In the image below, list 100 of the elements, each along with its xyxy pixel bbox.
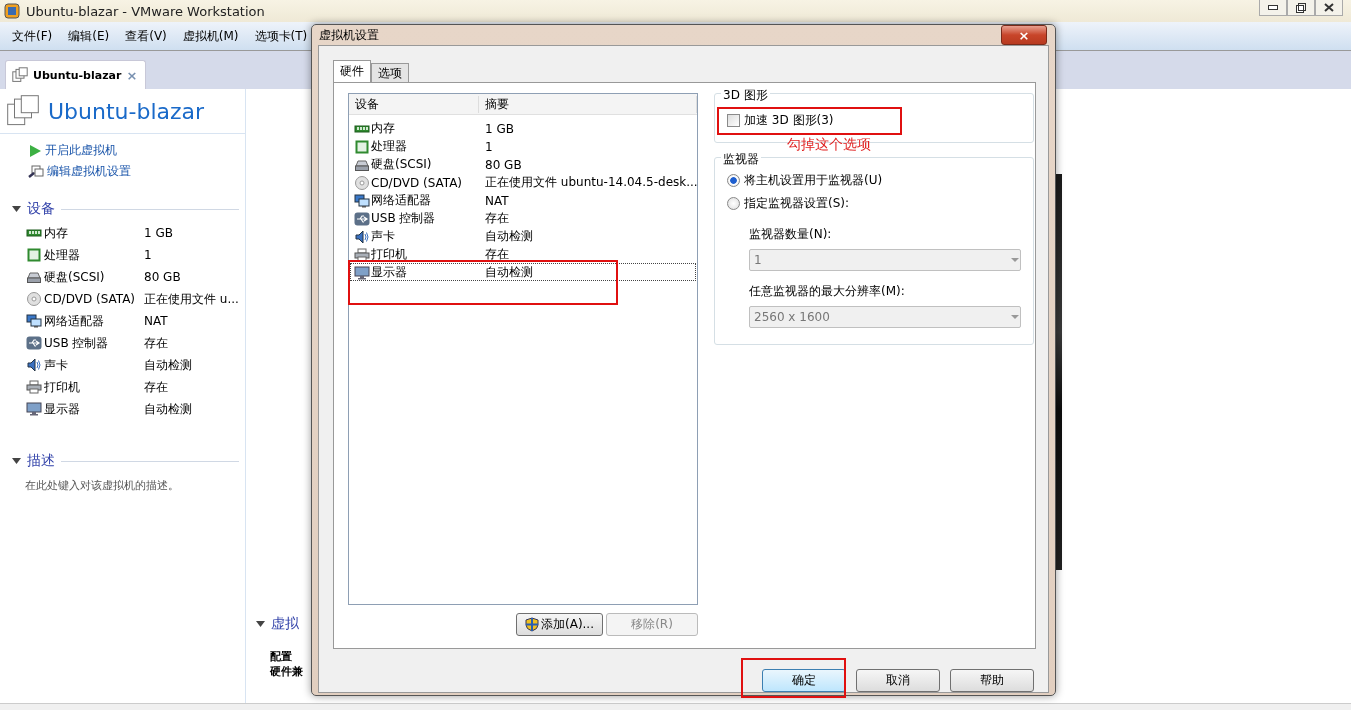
- device-name[interactable]: 打印机: [44, 378, 80, 396]
- detail-label: 配置: [270, 649, 293, 664]
- device-name[interactable]: 网络适配器: [44, 312, 104, 330]
- hard-disk-icon: [26, 270, 42, 284]
- device-name: 处理器: [371, 138, 407, 155]
- dialog-button[interactable]: 取消: [856, 669, 940, 692]
- device-summary: 存在: [144, 378, 169, 396]
- column-header[interactable]: 摘要: [479, 95, 697, 113]
- radio-option[interactable]: 将主机设置用于监视器(U): [727, 172, 1023, 189]
- vm-name: Ubuntu-blazar: [48, 98, 205, 124]
- group-title: 3D 图形: [721, 87, 770, 104]
- device-row[interactable]: 硬盘(SCSI) 80 GB: [350, 155, 696, 173]
- device-name: USB 控制器: [371, 210, 436, 227]
- section-title[interactable]: 设备: [27, 200, 55, 218]
- close-button[interactable]: [1315, 0, 1343, 16]
- device-name: 网络适配器: [371, 192, 431, 209]
- radio-dot[interactable]: [727, 174, 740, 187]
- app-logo-icon: [4, 3, 20, 19]
- checkbox-square[interactable]: [727, 114, 740, 127]
- device-summary: 80 GB: [144, 270, 182, 284]
- window-title: Ubuntu-blazar - VMware Workstation: [26, 3, 265, 19]
- network-icon: [354, 193, 370, 208]
- device-name: 显示器: [371, 264, 407, 281]
- device-summary: 存在: [484, 246, 510, 263]
- minimize-icon: [1268, 5, 1278, 10]
- chip-icon: [354, 139, 370, 154]
- device-name: CD/DVD (SATA): [371, 175, 463, 190]
- device-summary: 自动检测: [144, 400, 193, 418]
- description-placeholder[interactable]: 在此处键入对该虚拟机的描述。: [0, 474, 245, 493]
- menu-item[interactable]: 虚拟机(M): [174, 27, 247, 45]
- dialog-button[interactable]: 确定: [762, 669, 846, 692]
- device-summary: 1 GB: [484, 121, 515, 136]
- device-row[interactable]: 显示器 自动检测: [350, 263, 696, 281]
- device-summary: 自动检测: [484, 228, 534, 245]
- action-link[interactable]: 开启此虚拟机: [28, 142, 245, 159]
- dropdown-caret-icon: [1010, 314, 1020, 320]
- device-summary: 存在: [484, 210, 510, 227]
- device-name: 声卡: [371, 228, 395, 245]
- menu-item[interactable]: 文件(F): [4, 27, 61, 45]
- restore-icon: [1296, 2, 1306, 13]
- device-name[interactable]: 显示器: [44, 400, 80, 418]
- device-name: 硬盘(SCSI): [371, 156, 432, 173]
- virtual-machine-icon: [6, 94, 40, 128]
- menu-item[interactable]: 查看(V): [117, 27, 175, 45]
- dialog-close-button[interactable]: ×: [1001, 25, 1047, 45]
- device-summary: 80 GB: [484, 157, 523, 172]
- annotation-note: 勾掉这个选项: [787, 136, 871, 154]
- device-name[interactable]: USB 控制器: [44, 334, 109, 352]
- checkbox[interactable]: 加速 3D 图形(3): [727, 112, 1023, 129]
- tab[interactable]: 硬件: [333, 60, 371, 82]
- dropdown-caret-icon: [1010, 257, 1020, 263]
- menu-item[interactable]: 编辑(E): [60, 27, 118, 45]
- dialog-title: 虚拟机设置: [319, 26, 379, 44]
- device-summary: 正在使用文件 ubuntu-14.04.5-desk...: [484, 174, 698, 191]
- device-summary: NAT: [484, 193, 510, 208]
- device-summary: 自动检测: [144, 356, 193, 374]
- device-row[interactable]: 打印机 存在: [350, 245, 696, 263]
- device-name[interactable]: 声卡: [44, 356, 68, 374]
- shield-icon: [525, 617, 539, 632]
- device-row[interactable]: CD/DVD (SATA) 正在使用文件 ubuntu-14.04.5-desk...: [350, 173, 696, 191]
- device-name[interactable]: CD/DVD (SATA): [44, 292, 136, 306]
- speaker-icon: [354, 229, 370, 244]
- column-header[interactable]: 设备: [349, 95, 479, 113]
- device-row[interactable]: 声卡 自动检测: [350, 227, 696, 245]
- printer-icon: [26, 380, 42, 394]
- tab[interactable]: 选项: [371, 63, 409, 82]
- chip-icon: [26, 248, 42, 262]
- speaker-icon: [26, 358, 42, 372]
- disc-icon: [26, 292, 42, 306]
- usb-icon: [26, 336, 42, 350]
- monitor-icon: [354, 265, 370, 280]
- menu-item[interactable]: 选项卡(T): [246, 27, 316, 45]
- dialog-button[interactable]: 帮助: [950, 669, 1034, 692]
- minimize-button[interactable]: [1259, 0, 1287, 16]
- device-row[interactable]: USB 控制器 存在: [350, 209, 696, 227]
- close-icon: [1324, 3, 1334, 12]
- add-button[interactable]: 添加(A)...: [516, 613, 603, 636]
- radio-option[interactable]: 指定监视器设置(S):: [727, 195, 1023, 212]
- action-link[interactable]: 编辑虚拟机设置: [28, 163, 245, 180]
- device-row[interactable]: 内存 1 GB: [350, 119, 696, 137]
- radio-dot[interactable]: [727, 197, 740, 210]
- group-title: 监视器: [721, 151, 761, 168]
- device-name[interactable]: 内存: [44, 224, 68, 242]
- usb-icon: [354, 211, 370, 226]
- play-icon: [28, 143, 42, 158]
- device-summary: 1: [484, 139, 494, 154]
- device-summary: 正在使用文件 u...: [144, 290, 240, 308]
- document-tab[interactable]: Ubuntu-blazar ×: [5, 60, 147, 89]
- device-name[interactable]: 处理器: [44, 246, 80, 264]
- section-title[interactable]: 虚拟: [271, 615, 299, 633]
- hard-disk-icon: [354, 157, 370, 172]
- field-label: 监视器数量(N):: [749, 226, 833, 243]
- wrench-window-icon: [28, 164, 44, 179]
- device-row[interactable]: 网络适配器 NAT: [350, 191, 696, 209]
- device-summary: 自动检测: [484, 264, 534, 281]
- device-row[interactable]: 处理器 1: [350, 137, 696, 155]
- restore-button[interactable]: [1287, 0, 1315, 16]
- section-title[interactable]: 描述: [27, 452, 55, 470]
- device-name[interactable]: 硬盘(SCSI): [44, 268, 105, 286]
- detail-label: 硬件兼: [270, 664, 304, 679]
